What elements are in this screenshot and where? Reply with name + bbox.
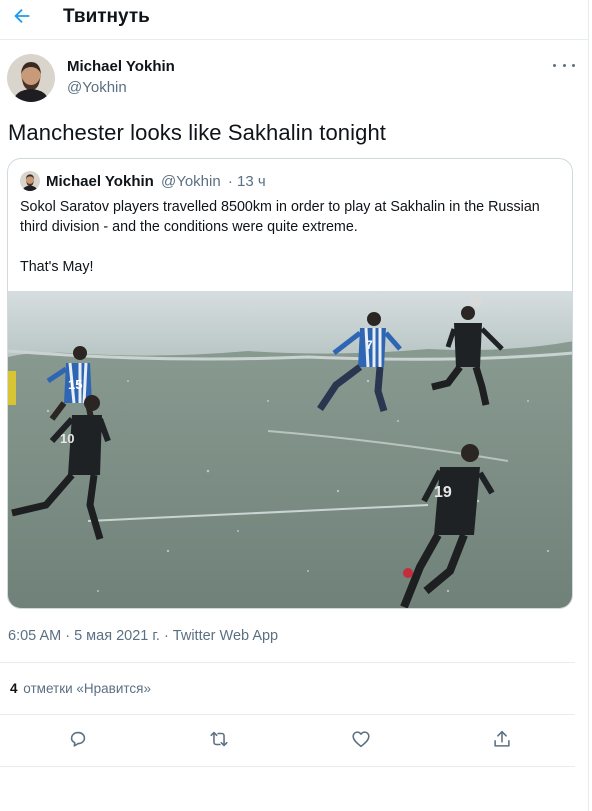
- author-handle[interactable]: @Yokhin: [67, 79, 127, 96]
- jersey-number: 7: [366, 338, 373, 352]
- reply-button[interactable]: [65, 726, 91, 752]
- top-bar: Твитнуть: [0, 0, 589, 38]
- quoted-tweet[interactable]: Michael Yokhin @Yokhin · 13 ч Sokol Sara…: [7, 158, 573, 609]
- quote-author-name: Michael Yokhin: [46, 173, 154, 190]
- share-icon: [494, 730, 510, 747]
- more-icon[interactable]: [553, 58, 575, 72]
- tweet-page: Твитнуть Michael Yokhin @Yokhin Manchest…: [0, 0, 592, 811]
- avatar[interactable]: [7, 54, 55, 102]
- like-icon: [352, 731, 370, 748]
- quote-author-handle: @Yokhin: [160, 173, 221, 190]
- quote-avatar: [20, 171, 40, 191]
- divider: [0, 714, 575, 715]
- reply-icon: [70, 731, 86, 747]
- retweet-icon: [210, 731, 228, 747]
- retweet-button[interactable]: [206, 726, 232, 752]
- share-button[interactable]: [489, 726, 515, 752]
- back-arrow-icon: [14, 8, 30, 24]
- back-button[interactable]: [10, 4, 34, 28]
- like-button[interactable]: [348, 726, 374, 752]
- quote-text: Sokol Saratov players travelled 8500km i…: [20, 197, 565, 297]
- likes-label: отметки «Нравится»: [23, 681, 151, 696]
- likes-count: 4: [10, 681, 18, 696]
- tweet-actions: [0, 726, 589, 754]
- quote-photo[interactable]: 15 10 7 19: [8, 291, 572, 608]
- divider: [0, 766, 575, 767]
- jersey-number: 19: [434, 484, 452, 501]
- quote-time: · 13 ч: [227, 173, 266, 190]
- tweet-text: Manchester looks like Sakhalin tonight: [8, 120, 387, 145]
- jersey-number: 10: [60, 431, 74, 446]
- column-border: [588, 0, 589, 811]
- likes-summary[interactable]: 4 отметки «Нравится»: [10, 681, 151, 696]
- header-divider: [0, 39, 589, 40]
- jersey-number: 15: [68, 377, 82, 392]
- quote-text-paragraph: That's May!: [20, 259, 94, 275]
- quote-header: Michael Yokhin @Yokhin · 13 ч: [46, 173, 266, 190]
- page-title: Твитнуть: [63, 6, 150, 27]
- divider: [0, 662, 575, 663]
- author-name[interactable]: Michael Yokhin: [67, 58, 175, 75]
- tweet-timestamp[interactable]: 6:05 AM · 5 мая 2021 г. · Twitter Web Ap…: [8, 628, 278, 644]
- quote-text-paragraph: Sokol Saratov players travelled 8500km i…: [20, 199, 540, 235]
